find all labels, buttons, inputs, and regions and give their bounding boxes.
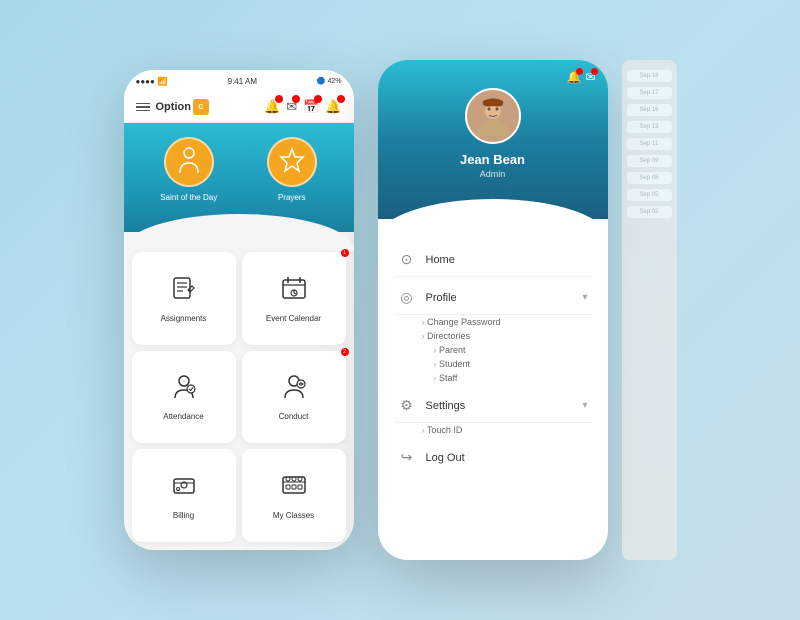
- profile-submenu: Change Password Directories Parent Stude…: [394, 315, 592, 385]
- menu-settings-label: Settings: [426, 400, 573, 412]
- event-calendar-icon: [280, 274, 308, 302]
- right-phone: 🔔 ✉ Jean Bean Admin: [378, 60, 608, 560]
- notification-bell[interactable]: 🔔: [264, 98, 280, 116]
- user-name: Jean Bean: [460, 152, 525, 167]
- prayers-label: Prayers: [278, 193, 306, 202]
- home-icon: ⊙: [398, 251, 416, 268]
- assignments-icon: [170, 274, 198, 302]
- left-phone: ●●●● 📶 9:41 AM 🔵 42% Option C 🔔: [124, 70, 354, 550]
- saint-label: Saint of the Day: [160, 193, 217, 202]
- grid-item-attendance[interactable]: Attendance: [132, 351, 236, 444]
- menu-section: ⊙ Home ◎ Profile ▾ Change Password Direc…: [378, 219, 608, 560]
- calendar-icon[interactable]: 📅: [303, 98, 319, 116]
- hamburger-menu[interactable]: [136, 103, 150, 112]
- conduct-icon: [280, 372, 308, 400]
- status-signal: ●●●● 📶: [136, 77, 168, 86]
- cal-entry: Sep 05: [627, 189, 672, 201]
- cal-entry: Sep 02: [627, 206, 672, 218]
- grid-item-conduct[interactable]: 2 Conduct: [242, 351, 346, 444]
- right-message-icon[interactable]: ✉: [585, 70, 595, 84]
- grid-item-my-classes[interactable]: My Classes: [242, 449, 346, 542]
- menu-home[interactable]: ⊙ Home: [394, 243, 592, 277]
- change-password-item[interactable]: Change Password: [422, 315, 592, 329]
- directories-item[interactable]: Directories: [422, 329, 592, 343]
- cal-entry: Sep 13: [627, 121, 672, 133]
- menu-logout[interactable]: ↪ Log Out: [394, 441, 592, 474]
- attendance-icon: [170, 372, 198, 400]
- profile-hero: 🔔 ✉ Jean Bean Admin: [378, 60, 608, 219]
- settings-icon: ⚙: [398, 397, 416, 414]
- cal-entry: Sep 18: [627, 70, 672, 82]
- my-classes-icon: [280, 471, 308, 499]
- attendance-label: Attendance: [163, 412, 203, 421]
- cal-entry: Sep 09: [627, 155, 672, 167]
- menu-profile[interactable]: ◎ Profile ▾: [394, 281, 592, 315]
- student-item[interactable]: Student: [434, 357, 592, 371]
- settings-submenu: Touch ID: [394, 423, 592, 437]
- profile-arrow: ▾: [582, 292, 587, 303]
- event-calendar-label: Event Calendar: [266, 314, 321, 323]
- cal-entry: Sep 16: [627, 104, 672, 116]
- app-badge: C: [193, 99, 209, 115]
- menu-profile-label: Profile: [426, 292, 573, 304]
- conduct-notif: 2: [341, 348, 349, 356]
- header-icons: 🔔 ✉ 📅 🔔: [264, 98, 341, 116]
- touch-id-item[interactable]: Touch ID: [422, 423, 592, 437]
- parent-item[interactable]: Parent: [434, 343, 592, 357]
- cal-entry: Sep 17: [627, 87, 672, 99]
- alert-icon[interactable]: 🔔: [325, 98, 341, 116]
- prayers[interactable]: Prayers: [267, 137, 317, 202]
- saint-of-day[interactable]: Saint of the Day: [160, 137, 217, 202]
- hero-section: Saint of the Day Prayers: [124, 123, 354, 232]
- app-header: Option C 🔔 ✉ 📅 🔔: [124, 92, 354, 123]
- settings-arrow: ▾: [582, 400, 587, 411]
- billing-label: Billing: [173, 511, 194, 520]
- my-classes-label: My Classes: [273, 511, 314, 520]
- conduct-label: Conduct: [279, 412, 309, 421]
- status-battery: 🔵 42%: [317, 77, 342, 85]
- user-role: Admin: [480, 169, 506, 179]
- menu-settings[interactable]: ⚙ Settings ▾: [394, 389, 592, 423]
- app-logo: Option C: [156, 99, 209, 115]
- status-time: 9:41 AM: [228, 77, 257, 86]
- staff-item[interactable]: Staff: [434, 371, 592, 385]
- menu-logout-label: Log Out: [426, 452, 588, 464]
- menu-home-label: Home: [426, 254, 588, 266]
- app-grid: Assignments 1 Event Calendar: [124, 232, 354, 550]
- prayers-circle: [267, 137, 317, 187]
- grid-item-assignments[interactable]: Assignments: [132, 252, 236, 345]
- cal-entry: Sep 08: [627, 172, 672, 184]
- grid-item-billing[interactable]: Billing: [132, 449, 236, 542]
- saint-circle: [164, 137, 214, 187]
- billing-icon: [170, 471, 198, 499]
- cal-entry: Sep 11: [627, 138, 672, 150]
- app-name: Option: [156, 101, 191, 113]
- logout-icon: ↪: [398, 449, 416, 466]
- avatar: [465, 88, 521, 144]
- right-notif-icon[interactable]: 🔔: [566, 70, 581, 84]
- grid-item-event-calendar[interactable]: 1 Event Calendar: [242, 252, 346, 345]
- event-calendar-notif: 1: [341, 249, 349, 257]
- profile-icon: ◎: [398, 289, 416, 306]
- status-bar: ●●●● 📶 9:41 AM 🔵 42%: [124, 70, 354, 92]
- message-icon[interactable]: ✉: [286, 98, 297, 116]
- assignments-label: Assignments: [161, 314, 207, 323]
- menu-profile-section: ◎ Profile ▾ Change Password Directories …: [394, 281, 592, 385]
- menu-settings-section: ⚙ Settings ▾ Touch ID: [394, 389, 592, 437]
- calendar-strip: Sep 18 Sep 17 Sep 16 Sep 13 Sep 11 Sep 0…: [622, 60, 677, 560]
